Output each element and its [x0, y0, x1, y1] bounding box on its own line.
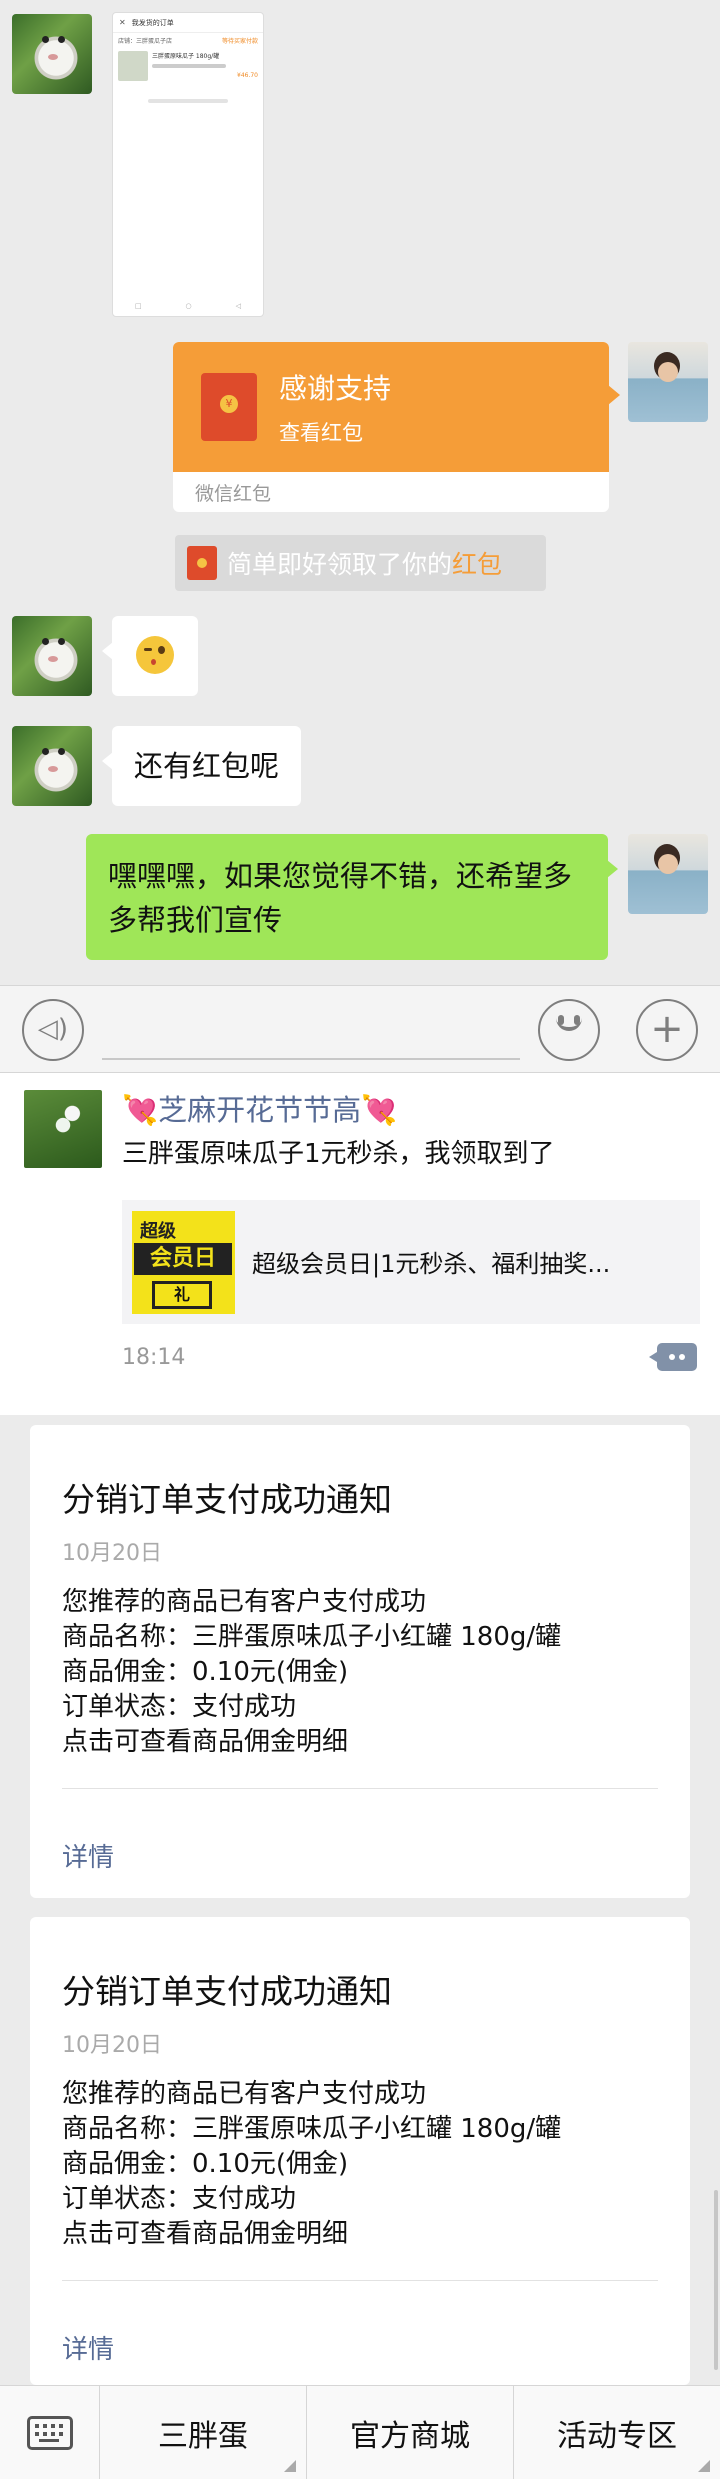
- close-icon: ✕: [119, 18, 126, 27]
- notice-list: 分销订单支付成功通知 10月20日 您推荐的商品已有客户支付成功 商品名称：三胖…: [0, 1415, 720, 2385]
- screenshot-nav: □ ○ ◁: [113, 302, 263, 310]
- notice-body: 您推荐的商品已有客户支付成功 商品名称：三胖蛋原味瓜子小红罐 180g/罐 商品…: [62, 2077, 561, 2252]
- circle-icon: ○: [185, 302, 192, 310]
- screenshot-image-message[interactable]: ✕ 我发货的订单 店铺：三胖蛋瓜子店 等待买家付款 三胖蛋原味瓜子 180g/罐…: [112, 12, 264, 317]
- notice-line: 商品佣金：0.10元(佣金): [62, 1657, 349, 1687]
- menu-item-events[interactable]: 活动专区: [514, 2386, 720, 2479]
- screenshot-header: ✕ 我发货的订单: [113, 13, 263, 33]
- text-placeholder: [152, 64, 227, 68]
- screenshot-shop: 店铺：三胖蛋瓜子店: [118, 37, 173, 45]
- detail-link[interactable]: 详情: [62, 1837, 114, 1874]
- screenshot-status: 等待买家付款: [221, 37, 258, 45]
- notice-title: 分销订单支付成功通知: [62, 1972, 392, 2011]
- notice-line: 订单状态：支付成功: [62, 2184, 297, 2214]
- notice-line: 点击可查看商品佣金明细: [62, 2219, 349, 2249]
- poster-name-text: 芝麻开花节节高: [158, 1093, 362, 1127]
- thumb-text: 会员日: [134, 1243, 232, 1275]
- system-notice-link[interactable]: 红包: [452, 550, 502, 579]
- notice-line: 您推荐的商品已有客户支付成功: [62, 2079, 427, 2109]
- notice-line: 商品名称：三胖蛋原味瓜子小红罐 180g/罐: [62, 1622, 562, 1652]
- notice-date: 10月20日: [62, 1541, 162, 1566]
- system-notice-text: 简单即好领取了你的: [227, 550, 453, 579]
- chat-input-bar: ◁) +: [0, 985, 720, 1073]
- thumb-text: 超级: [140, 1221, 176, 1242]
- notice-line: 您推荐的商品已有客户支付成功: [62, 1587, 427, 1617]
- link-thumbnail: 超级 会员日 礼: [132, 1211, 235, 1314]
- notice-line: 点击可查看商品佣金明细: [62, 1727, 349, 1757]
- bubble-tail: [608, 385, 620, 405]
- red-packet-subtitle: 查看红包: [279, 421, 363, 445]
- voice-icon[interactable]: ◁): [22, 999, 84, 1061]
- plus-icon[interactable]: +: [636, 999, 698, 1061]
- notice-title: 分销订单支付成功通知: [62, 1480, 392, 1519]
- keyboard-toggle-button[interactable]: [0, 2386, 100, 2479]
- system-notice: 简单即好领取了你的红包: [175, 535, 546, 591]
- message-text: 还有红包呢: [134, 749, 280, 783]
- notice-card[interactable]: 分销订单支付成功通知 10月20日 您推荐的商品已有客户支付成功 商品名称：三胖…: [30, 1917, 690, 2385]
- screenshot-title: 我发货的订单: [131, 18, 174, 27]
- contact-avatar[interactable]: [12, 616, 92, 696]
- moment-text: 三胖蛋原味瓜子1元秒杀，我领取到了: [122, 1139, 555, 1169]
- notice-card[interactable]: 分销订单支付成功通知 10月20日 您推荐的商品已有客户支付成功 商品名称：三胖…: [30, 1425, 690, 1898]
- heart-icon: 💘: [361, 1093, 398, 1127]
- text-message[interactable]: 还有红包呢: [101, 726, 302, 806]
- contact-avatar[interactable]: [12, 14, 92, 94]
- keyboard-icon: [27, 2416, 73, 2450]
- moment-post: 💘芝麻开花节节高💘 三胖蛋原味瓜子1元秒杀，我领取到了 超级 会员日 礼 超级会…: [0, 1073, 720, 1415]
- my-avatar[interactable]: [628, 342, 708, 422]
- red-packet-footer: 微信红包: [195, 482, 272, 505]
- menu-item-label: 活动专区: [557, 2419, 677, 2454]
- heart-icon: 💘: [122, 1093, 159, 1127]
- moment-time: 18:14: [122, 1345, 186, 1370]
- contact-avatar[interactable]: [12, 726, 92, 806]
- screenshot-item: 三胖蛋原味瓜子 180g/罐 ¥46.70: [113, 47, 263, 85]
- screenshot-shop-row: 店铺：三胖蛋瓜子店 等待买家付款: [113, 33, 263, 47]
- square-icon: □: [134, 302, 142, 310]
- submenu-indicator-icon: [284, 2460, 296, 2472]
- scrollbar[interactable]: [714, 2190, 718, 2370]
- message-text: 嘿嘿嘿，如果您觉得不错，还希望多多帮我们宣传: [108, 859, 573, 937]
- red-packet-title: 感谢支持: [279, 372, 392, 405]
- divider: [62, 2280, 658, 2281]
- notice-date: 10月20日: [62, 2033, 162, 2058]
- bottom-menu: 三胖蛋 官方商城 活动专区: [0, 2385, 720, 2479]
- notice-line: 商品佣金：0.10元(佣金): [62, 2149, 349, 2179]
- red-packet-icon: [201, 373, 257, 441]
- emoji-message[interactable]: [102, 616, 198, 696]
- red-packet-message[interactable]: 感谢支持 查看红包 微信红包: [173, 342, 609, 512]
- poster-avatar[interactable]: [24, 1090, 102, 1168]
- notice-body: 您推荐的商品已有客户支付成功 商品名称：三胖蛋原味瓜子小红罐 180g/罐 商品…: [62, 1585, 561, 1760]
- link-title: 超级会员日|1元秒杀、福利抽奖...: [252, 1250, 611, 1278]
- product-thumbnail: [118, 51, 148, 81]
- notice-line: 商品名称：三胖蛋原味瓜子小红罐 180g/罐: [62, 2114, 562, 2144]
- screenshot-price: ¥46.70: [237, 72, 258, 79]
- red-packet-icon: [187, 546, 217, 580]
- smiley-icon[interactable]: [538, 999, 600, 1061]
- detail-link[interactable]: 详情: [62, 2329, 114, 2366]
- message-input[interactable]: [102, 1058, 520, 1060]
- chat-area[interactable]: ✕ 我发货的订单 店铺：三胖蛋瓜子店 等待买家付款 三胖蛋原味瓜子 180g/罐…: [0, 0, 720, 985]
- menu-item-label: 三胖蛋: [158, 2419, 248, 2454]
- thumb-text: 礼: [152, 1281, 212, 1309]
- my-avatar[interactable]: [628, 834, 708, 914]
- poster-name[interactable]: 💘芝麻开花节节高💘: [122, 1087, 397, 1129]
- screenshot-item-name: 三胖蛋原味瓜子 180g/罐: [152, 53, 220, 60]
- divider: [62, 1788, 658, 1789]
- back-icon: ◁: [235, 302, 241, 310]
- moment-link-card[interactable]: 超级 会员日 礼 超级会员日|1元秒杀、福利抽奖...: [122, 1200, 700, 1324]
- submenu-indicator-icon: [698, 2460, 710, 2472]
- notice-line: 订单状态：支付成功: [62, 1692, 297, 1722]
- menu-item-official-store[interactable]: 官方商城: [307, 2386, 514, 2479]
- menu-item-sanpangdan[interactable]: 三胖蛋: [100, 2386, 307, 2479]
- menu-item-label: 官方商城: [350, 2419, 470, 2454]
- wink-emoji-icon: [136, 636, 174, 674]
- comment-icon[interactable]: [649, 1343, 697, 1371]
- my-text-message[interactable]: 嘿嘿嘿，如果您觉得不错，还希望多多帮我们宣传: [86, 834, 618, 960]
- text-placeholder: [148, 99, 228, 103]
